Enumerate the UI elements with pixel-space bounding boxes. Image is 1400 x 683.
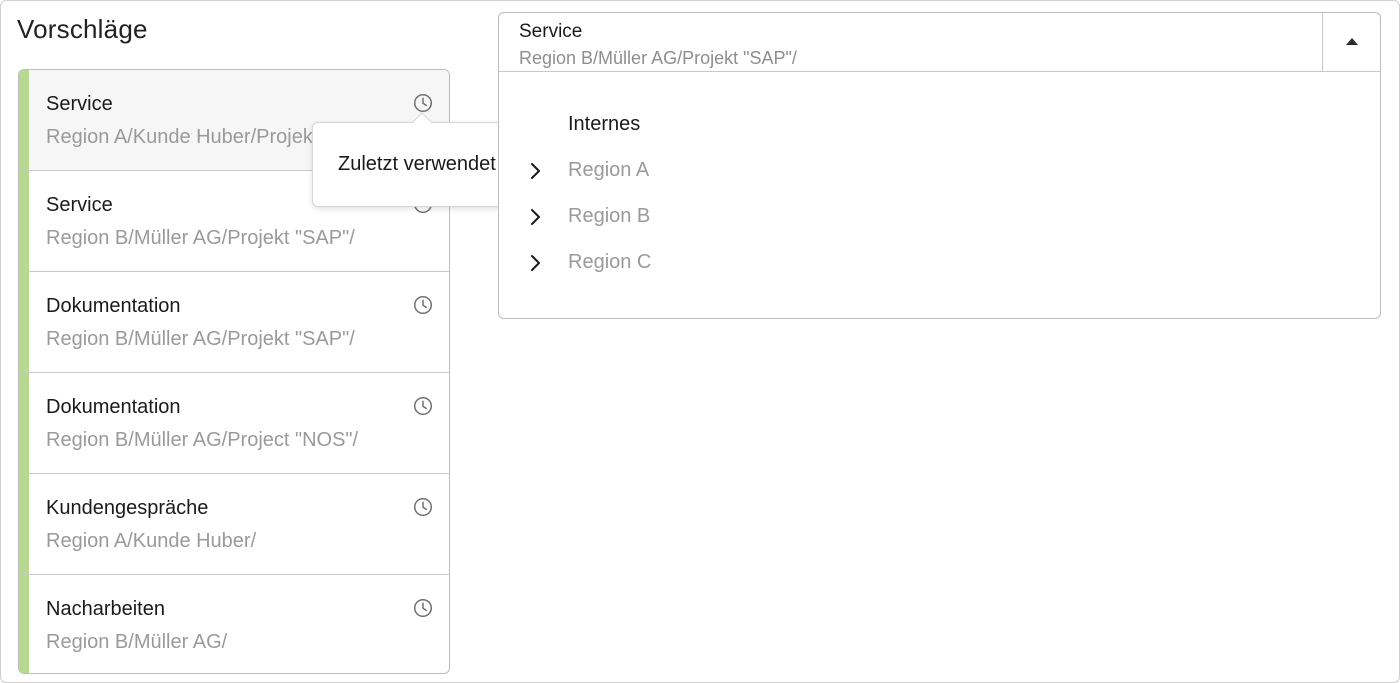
tree-item-region-c[interactable]: Region C: [499, 243, 1380, 283]
tooltip-text: Zuletzt verwendet: [338, 153, 496, 175]
tree-item-region-a[interactable]: Region A: [499, 151, 1380, 191]
tree-item-internes[interactable]: Internes: [499, 105, 1380, 145]
clock-icon[interactable]: [413, 295, 433, 315]
project-selector: Service Region B/Müller AG/Projekt "SAP"…: [498, 12, 1381, 319]
suggestion-item[interactable]: Nacharbeiten Region B/Müller AG/: [19, 575, 449, 673]
suggestion-path: Region B/Müller AG/Projekt "SAP"/: [46, 227, 355, 249]
suggestion-path: Region A/Kunde Huber/: [46, 530, 257, 552]
tree-item-region-b[interactable]: Region B: [499, 197, 1380, 237]
suggestion-item[interactable]: Dokumentation Region B/Müller AG/Project…: [19, 373, 449, 474]
suggestion-title: Service: [46, 194, 113, 216]
clock-icon[interactable]: [413, 396, 433, 416]
suggestion-title: Dokumentation: [46, 396, 181, 418]
page-title: Vorschläge: [17, 14, 148, 44]
suggestion-title: Service: [46, 93, 113, 115]
chevron-right-icon[interactable]: [529, 161, 543, 181]
tree-item-label: Region C: [568, 251, 652, 273]
tree-item-label: Region A: [568, 159, 650, 181]
suggestion-path: Region B/Müller AG/Projekt "SAP"/: [46, 328, 355, 350]
suggestion-path: Region B/Müller AG/Project "NOS"/: [46, 429, 359, 451]
selector-selected-path: Region B/Müller AG/Projekt "SAP"/: [519, 48, 797, 68]
suggestion-item[interactable]: Kundengespräche Region A/Kunde Huber/: [19, 474, 449, 575]
clock-icon[interactable]: [413, 93, 433, 113]
selector-selected-title: Service: [519, 21, 583, 42]
suggestion-path: Region B/Müller AG/: [46, 631, 228, 653]
clock-icon[interactable]: [413, 598, 433, 618]
chevron-right-icon[interactable]: [529, 253, 543, 273]
tree-item-label: Internes: [568, 113, 641, 135]
selector-toggle-button[interactable]: [1322, 13, 1380, 72]
suggestion-title: Kundengespräche: [46, 497, 209, 519]
caret-up-icon: [1346, 38, 1358, 45]
chevron-right-icon[interactable]: [529, 207, 543, 227]
suggestion-title: Nacharbeiten: [46, 598, 165, 620]
suggestion-title: Dokumentation: [46, 295, 181, 317]
suggestion-item[interactable]: Dokumentation Region B/Müller AG/Projekt…: [19, 272, 449, 373]
selector-header[interactable]: Service Region B/Müller AG/Projekt "SAP"…: [499, 13, 1380, 72]
tree-item-label: Region B: [568, 205, 651, 227]
clock-icon[interactable]: [413, 497, 433, 517]
